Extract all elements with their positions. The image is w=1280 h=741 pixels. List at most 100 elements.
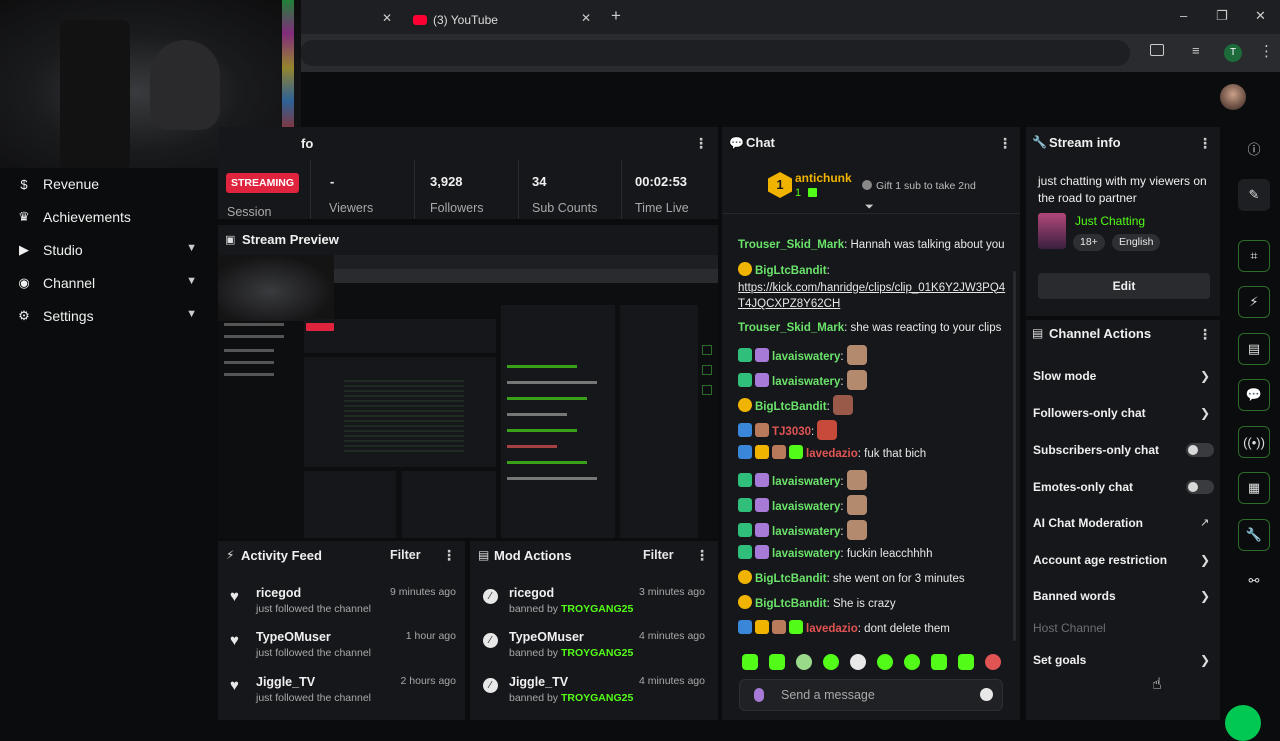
chat-username[interactable]: lavaiswatery: [772, 526, 840, 538]
kebab-menu-icon[interactable]: ⋮: [998, 135, 1012, 152]
chat-username[interactable]: lavedazio: [806, 623, 858, 635]
chevron-right-icon[interactable]: ❯: [1200, 553, 1210, 567]
chat-bubble-icon[interactable]: 💬: [1238, 379, 1270, 411]
kebab-menu-icon[interactable]: ⋮: [695, 547, 709, 564]
kebab-menu-icon[interactable]: ⋮: [1198, 326, 1212, 343]
chat-username[interactable]: lavaiswatery: [772, 548, 840, 560]
browser-tab-previous[interactable]: ✕: [300, 5, 400, 34]
maximize-icon[interactable]: ❐: [1216, 8, 1228, 24]
new-tab-icon[interactable]: +: [611, 6, 621, 26]
layout-icon[interactable]: ▦: [1238, 472, 1270, 504]
chat-username[interactable]: Trouser_Skid_Mark: [738, 239, 844, 251]
emoji-picker-icon[interactable]: [980, 688, 993, 701]
account-age-restriction-item[interactable]: Account age restriction: [1033, 553, 1213, 567]
category-link[interactable]: Just Chatting: [1075, 214, 1145, 228]
stream-preview-video[interactable]: [218, 255, 718, 538]
list-item[interactable]: TypeOMuser just followed the channel 1 h…: [256, 630, 456, 672]
external-link-icon[interactable]: ↗: [1200, 516, 1209, 529]
banned-words-item[interactable]: Banned words: [1033, 589, 1213, 603]
emote-icon[interactable]: [769, 654, 785, 670]
minimize-icon[interactable]: –: [1180, 8, 1187, 23]
mod-target-username[interactable]: Jiggle_TV: [509, 675, 568, 689]
emote-icon[interactable]: [904, 654, 920, 670]
slow-mode-item[interactable]: Slow mode: [1033, 369, 1213, 383]
set-goals-item[interactable]: Set goals: [1033, 653, 1213, 667]
emote-icon[interactable]: [931, 654, 947, 670]
chat-username[interactable]: lavedazio: [806, 448, 858, 460]
chat-username[interactable]: BigLtcBandit: [755, 265, 827, 277]
tab-close-icon[interactable]: ✕: [382, 11, 392, 25]
reader-mode-icon[interactable]: [1150, 44, 1164, 56]
emote-icon[interactable]: [958, 654, 974, 670]
sidebar-item-achievements[interactable]: ♛ Achievements: [0, 201, 215, 233]
kebab-menu-icon[interactable]: ⋮: [442, 547, 456, 564]
browser-tab-youtube[interactable]: (3) YouTube ✕: [405, 5, 605, 34]
moderator-name[interactable]: TROYGANG25: [561, 603, 633, 615]
mod-target-username[interactable]: ricegod: [509, 586, 554, 600]
chevron-right-icon[interactable]: ❯: [1200, 406, 1210, 420]
emote-icon[interactable]: [850, 654, 866, 670]
chevron-right-icon[interactable]: ❯: [1200, 589, 1210, 603]
emote-icon[interactable]: [823, 654, 839, 670]
info-icon[interactable]: ⓘ: [1238, 132, 1270, 164]
chat-username[interactable]: BigLtcBandit: [755, 598, 827, 610]
sidebar-item-revenue[interactable]: $ Revenue: [0, 168, 215, 200]
kebab-menu-icon[interactable]: ⋮: [1198, 135, 1212, 152]
emote-icon[interactable]: [985, 654, 1001, 670]
chat-scrollbar[interactable]: [1013, 271, 1016, 641]
chevron-right-icon[interactable]: ❯: [1200, 369, 1210, 383]
clipboard-icon[interactable]: ▤: [1238, 333, 1270, 365]
lightning-icon[interactable]: ⚡: [1238, 286, 1270, 318]
filter-button[interactable]: Filter: [390, 548, 421, 562]
media-control-icon[interactable]: ≡: [1192, 43, 1200, 58]
help-chat-button[interactable]: [1225, 705, 1261, 741]
sidebar-item-settings[interactable]: ⚙ Settings ▼: [0, 300, 215, 332]
emote-icon[interactable]: [877, 654, 893, 670]
emote-icon[interactable]: [742, 654, 758, 670]
list-item[interactable]: TypeOMuser banned by TROYGANG25 4 minute…: [509, 630, 705, 672]
category-thumbnail[interactable]: [1038, 213, 1066, 249]
chat-username[interactable]: BigLtcBandit: [755, 401, 827, 413]
edit-button[interactable]: Edit: [1038, 273, 1210, 299]
chat-input[interactable]: Send a message: [739, 679, 1003, 711]
tab-close-icon[interactable]: ✕: [581, 11, 591, 25]
list-item[interactable]: ricegod just followed the channel 9 minu…: [256, 586, 456, 628]
filter-button[interactable]: Filter: [643, 548, 674, 562]
feed-username[interactable]: TypeOMuser: [256, 630, 331, 644]
feed-username[interactable]: Jiggle_TV: [256, 675, 315, 689]
list-item[interactable]: ricegod banned by TROYGANG25 3 minutes a…: [509, 586, 705, 628]
moderator-name[interactable]: TROYGANG25: [561, 647, 633, 659]
chat-username[interactable]: lavaiswatery: [772, 476, 840, 488]
chat-username[interactable]: lavaiswatery: [772, 376, 840, 388]
sidebar-item-channel[interactable]: ◉ Channel ▼: [0, 267, 215, 299]
moderator-name[interactable]: TROYGANG25: [561, 692, 633, 704]
share-icon[interactable]: ⚯: [1238, 565, 1270, 597]
chat-link[interactable]: https://kick.com/hanridge/clips/clip_01K…: [738, 282, 1005, 311]
screen-capture-icon[interactable]: ⌗: [1238, 240, 1270, 272]
gift-sub-prompt[interactable]: Gift 1 sub to take 2nd: [862, 180, 976, 192]
chat-username[interactable]: TJ3030: [772, 426, 811, 438]
emotes-only-toggle[interactable]: [1186, 480, 1214, 494]
close-window-icon[interactable]: ✕: [1255, 8, 1266, 24]
list-item[interactable]: Jiggle_TV banned by TROYGANG25 4 minutes…: [509, 675, 705, 717]
browser-menu-icon[interactable]: ⋮: [1259, 42, 1274, 60]
broadcast-icon[interactable]: ((•)): [1238, 426, 1270, 458]
chat-username[interactable]: BigLtcBandit: [755, 573, 827, 585]
top-gifter-name[interactable]: antichunk: [795, 171, 852, 185]
address-bar[interactable]: [300, 40, 1130, 66]
mod-target-username[interactable]: TypeOMuser: [509, 630, 584, 644]
subscribers-only-toggle[interactable]: [1186, 443, 1214, 457]
sidebar-item-studio[interactable]: ▶ Studio ▼: [0, 234, 215, 266]
profile-avatar[interactable]: T: [1224, 44, 1242, 62]
wrench-icon[interactable]: 🔧: [1238, 519, 1270, 551]
chat-username[interactable]: lavaiswatery: [772, 351, 840, 363]
kebab-menu-icon[interactable]: ⋮: [694, 135, 708, 152]
chat-username[interactable]: Trouser_Skid_Mark: [738, 322, 844, 334]
ai-chat-moderation-item[interactable]: AI Chat Moderation: [1033, 516, 1213, 530]
followers-only-chat-item[interactable]: Followers-only chat: [1033, 406, 1213, 420]
emote-icon[interactable]: [796, 654, 812, 670]
chevron-right-icon[interactable]: ❯: [1200, 653, 1210, 667]
feed-username[interactable]: ricegod: [256, 586, 301, 600]
edit-pencil-icon[interactable]: ✎: [1238, 179, 1270, 211]
microphone-icon[interactable]: [754, 688, 764, 702]
